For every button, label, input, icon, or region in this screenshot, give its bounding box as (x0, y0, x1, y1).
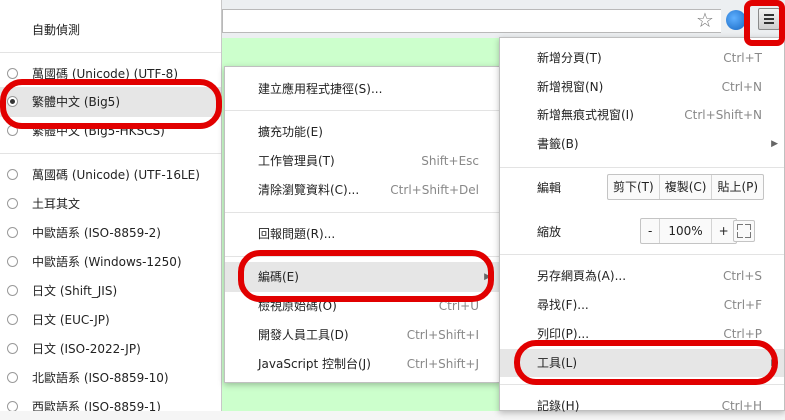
radio-icon (7, 169, 18, 180)
cut-button[interactable]: 剪下(T) (608, 175, 659, 199)
menu-item-label: 回報問題(R)... (258, 227, 336, 241)
shortcut-label: Ctrl+N (721, 80, 762, 94)
menu-item-label: 新增視窗(N) (537, 80, 604, 94)
paste-button[interactable]: 貼上(P) (711, 175, 763, 199)
encoding-iso-8859-10[interactable]: 北歐語系 (ISO-8859-10) (0, 364, 221, 392)
menu-separator (0, 52, 221, 53)
radio-icon (7, 256, 18, 267)
menu-item-label: 日文 (EUC-JP) (32, 313, 110, 327)
shortcut-label: Ctrl+H (721, 399, 762, 413)
edit-button-group: 剪下(T) 複製(C) 貼上(P) (607, 174, 765, 200)
encoding-turkish[interactable]: 土耳其文 (0, 190, 221, 218)
menu-item-bookmarks[interactable]: 書籤(B) ▶ (500, 130, 784, 158)
encoding-auto-detect[interactable]: 自動偵測 (0, 16, 221, 44)
menu-item-label: 日文 (Shift_JIS) (32, 284, 118, 298)
menu-item-label: 日文 (ISO-2022-JP) (32, 342, 141, 356)
menu-item-label: 北歐語系 (ISO-8859-10) (32, 371, 169, 385)
encoding-iso-8859-1[interactable]: 西歐語系 (ISO-8859-1) (0, 393, 221, 411)
radio-icon (7, 343, 18, 354)
menu-item-label: JavaScript 控制台(J) (258, 357, 371, 371)
shortcut-label: Ctrl+F (723, 298, 762, 312)
menu-item-label: 尋找(F)... (537, 298, 589, 312)
menu-item-extensions[interactable]: 擴充功能(E) (225, 118, 499, 146)
menu-item-new-incognito-window[interactable]: 新增無痕式視窗(I) Ctrl+Shift+N (500, 101, 784, 129)
menu-separator (500, 167, 784, 168)
shortcut-label: Ctrl+Shift+J (406, 357, 479, 371)
zoom-in-button[interactable]: + (710, 219, 736, 243)
radio-icon (7, 227, 18, 238)
menu-item-new-tab[interactable]: 新增分頁(T) Ctrl+T (500, 44, 784, 72)
menu-item-find[interactable]: 尋找(F)... Ctrl+F (500, 291, 784, 319)
radio-icon (7, 372, 18, 383)
menu-item-report-issue[interactable]: 回報問題(R)... (225, 220, 499, 248)
address-bar[interactable] (222, 9, 721, 33)
menu-item-label: 另存網頁為(A)... (537, 269, 627, 283)
menu-separator (500, 254, 784, 255)
encoding-iso-8859-2[interactable]: 中歐語系 (ISO-8859-2) (0, 219, 221, 247)
zoom-level: 100% (659, 219, 710, 243)
menu-item-label: 萬國碼 (Unicode) (UTF-16LE) (32, 168, 200, 182)
zoom-label: 縮放 (537, 225, 562, 239)
menu-item-label: 中歐語系 (ISO-8859-2) (32, 226, 161, 240)
shortcut-label: Ctrl+Shift+I (406, 328, 479, 342)
fullscreen-icon[interactable] (733, 220, 755, 242)
shortcut-label: Ctrl+T (723, 51, 762, 65)
encoding-utf16le[interactable]: 萬國碼 (Unicode) (UTF-16LE) (0, 161, 221, 189)
menu-item-label: 自動偵測 (32, 23, 81, 37)
menu-item-history[interactable]: 記錄(H) Ctrl+H (500, 392, 784, 420)
shortcut-label: Ctrl+Shift+N (684, 108, 762, 122)
zoom-out-button[interactable]: - (641, 219, 659, 243)
menu-item-label: 開發人員工具(D) (258, 328, 349, 342)
menu-item-create-shortcut[interactable]: 建立應用程式捷徑(S)... (225, 75, 499, 103)
shortcut-label: Shift+Esc (421, 154, 479, 168)
shortcut-label: Ctrl+Shift+Del (390, 183, 479, 197)
menu-item-label: 建立應用程式捷徑(S)... (258, 82, 383, 96)
menu-separator (225, 110, 499, 111)
edit-label: 編輯 (537, 181, 562, 195)
menu-separator (0, 153, 221, 154)
highlight-callout-big5 (0, 79, 222, 129)
encoding-menu: 自動偵測 萬國碼 (Unicode) (UTF-8) 繁體中文 (Big5) 繁… (0, 0, 222, 411)
encoding-shift-jis[interactable]: 日文 (Shift_JIS) (0, 277, 221, 305)
menu-item-label: 西歐語系 (ISO-8859-1) (32, 400, 161, 411)
radio-icon (7, 401, 18, 411)
encoding-euc-jp[interactable]: 日文 (EUC-JP) (0, 306, 221, 334)
menu-item-new-window[interactable]: 新增視窗(N) Ctrl+N (500, 73, 784, 101)
menu-item-label: 記錄(H) (537, 399, 580, 413)
menu-item-javascript-console[interactable]: JavaScript 控制台(J) Ctrl+Shift+J (225, 350, 499, 378)
extension-globe-icon[interactable] (726, 10, 746, 30)
menu-item-save-page[interactable]: 另存網頁為(A)... Ctrl+S (500, 262, 784, 290)
highlight-callout-tools (514, 340, 778, 385)
encoding-windows-1250[interactable]: 中歐語系 (Windows-1250) (0, 248, 221, 276)
radio-icon (7, 314, 18, 325)
menu-item-label: 擴充功能(E) (258, 125, 323, 139)
menu-item-label: 中歐語系 (Windows-1250) (32, 255, 182, 269)
menu-item-clear-browsing-data[interactable]: 清除瀏覽資料(C)... Ctrl+Shift+Del (225, 176, 499, 204)
menu-item-label: 清除瀏覽資料(C)... (258, 183, 360, 197)
menu-item-label: 新增無痕式視窗(I) (537, 108, 634, 122)
menu-item-label: 新增分頁(T) (537, 51, 602, 65)
menu-item-label: 工作管理員(T) (258, 154, 335, 168)
copy-button[interactable]: 複製(C) (658, 175, 712, 199)
menu-item-label: 書籤(B) (537, 137, 579, 151)
radio-icon (7, 285, 18, 296)
highlight-callout-menu-button (744, 0, 785, 46)
menu-separator (225, 212, 499, 213)
highlight-callout-encoding (238, 250, 494, 302)
submenu-arrow-icon: ▶ (771, 139, 778, 149)
radio-icon (7, 198, 18, 209)
menu-item-task-manager[interactable]: 工作管理員(T) Shift+Esc (225, 147, 499, 175)
encoding-iso-2022-jp[interactable]: 日文 (ISO-2022-JP) (0, 335, 221, 363)
menu-item-label: 土耳其文 (32, 197, 81, 211)
tools-submenu: 建立應用程式捷徑(S)... 擴充功能(E) 工作管理員(T) Shift+Es… (224, 66, 500, 383)
radio-icon (7, 68, 18, 79)
menu-item-developer-tools[interactable]: 開發人員工具(D) Ctrl+Shift+I (225, 321, 499, 349)
bookmark-star-icon[interactable]: ☆ (694, 9, 716, 31)
zoom-button-group: - 100% + (640, 218, 737, 244)
shortcut-label: Ctrl+S (722, 269, 762, 283)
